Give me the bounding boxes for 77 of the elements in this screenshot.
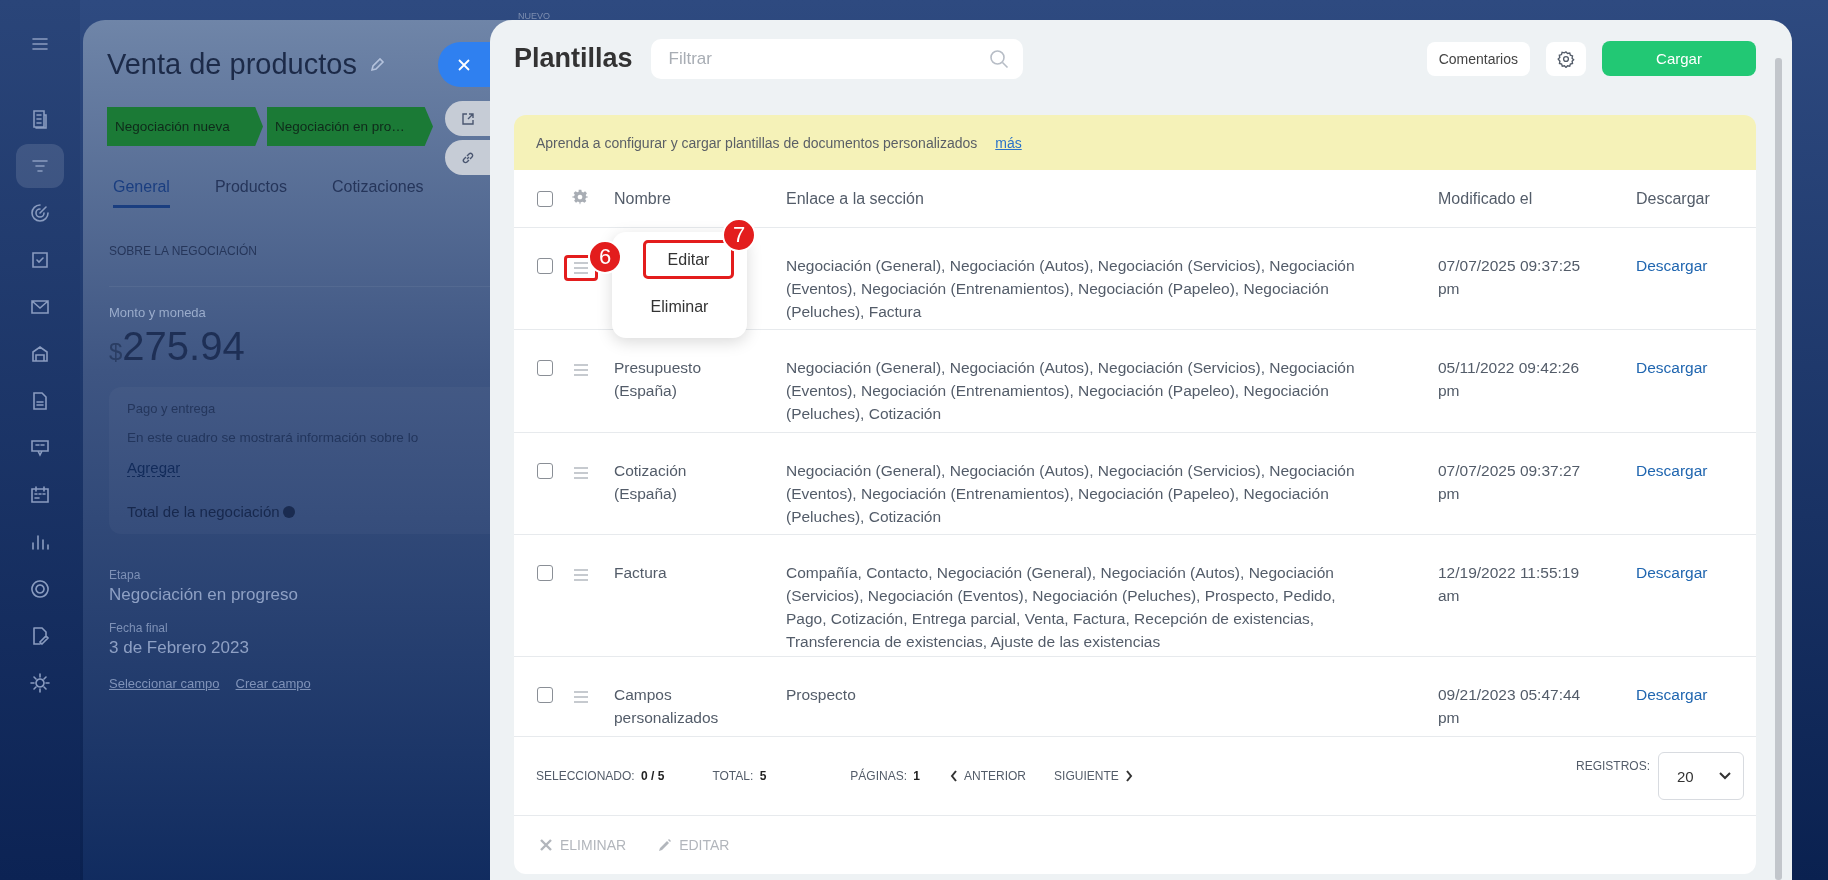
previous-link[interactable]: ANTERIOR [950, 769, 1027, 783]
records-select[interactable]: 20 [1658, 752, 1744, 800]
panel-title: Plantillas [514, 43, 633, 74]
menu-icon [573, 364, 589, 376]
column-header[interactable]: Nombre [614, 187, 786, 210]
menu-item[interactable]: Eliminar [625, 287, 734, 326]
field-value: Negociación en progreso [109, 585, 299, 605]
chevron-right-icon [1124, 770, 1133, 782]
template-name: Cotización (España) [614, 461, 688, 504]
scrollbar[interactable] [1775, 58, 1782, 880]
sidebar-item[interactable] [16, 144, 64, 188]
download-link[interactable]: Descargar [1636, 254, 1756, 277]
next-link[interactable]: SIGUIENTE [1054, 769, 1133, 783]
menu-icon [573, 262, 589, 274]
select-all-checkbox[interactable] [537, 191, 553, 207]
settings-button[interactable] [1546, 41, 1586, 76]
modified-date: 12/19/2022 11:55:19 am [1438, 563, 1581, 606]
menu-icon [573, 691, 589, 703]
feedback-button[interactable]: Comentarios [1426, 41, 1530, 76]
modified-date: 05/11/2022 09:42:26 pm [1438, 358, 1581, 401]
section-links: Negociación (General), Negociación (Autos), Negociación (Servicios), Negociación (Eventos), Negociación (Entrenamientos), Negociación (Papeleo), Negociación (Peluches), Cotización [786, 461, 1356, 527]
row-checkbox[interactable] [537, 360, 553, 376]
deal-title: Venta de productos [107, 48, 357, 81]
currency-sign: $ [109, 338, 123, 366]
ring-icon [28, 577, 52, 601]
section-links: Prospecto [786, 685, 857, 705]
download-link[interactable]: Descargar [1636, 356, 1756, 379]
search-field[interactable]: Filtrar [650, 38, 1023, 79]
external-link-icon [459, 110, 476, 127]
step-marker: 6 [588, 240, 622, 274]
close-icon [456, 56, 472, 73]
download-link[interactable]: Descargar [1636, 683, 1756, 706]
pencil-icon[interactable] [368, 56, 385, 73]
field-value: 3 de Febrero 2023 [109, 638, 250, 658]
total-count: TOTAL: 5 [712, 769, 767, 783]
page-count: PÁGINAS: 1 [850, 769, 921, 783]
search-icon [988, 48, 1009, 69]
column-header[interactable]: Enlace a la sección [786, 187, 1438, 210]
field-label: Monto y moneda [109, 305, 207, 320]
column-header[interactable]: Descargar [1636, 187, 1756, 210]
close-icon [540, 839, 552, 851]
modified-date: 09/21/2023 05:47:44 pm [1438, 685, 1582, 728]
new-label: NUEVO [518, 11, 550, 21]
records-label: REGISTROS: [1576, 759, 1650, 773]
more-link[interactable]: más [995, 134, 1022, 151]
row-checkbox[interactable] [537, 565, 553, 581]
field-label: Etapa [109, 568, 142, 582]
open-window-button[interactable] [445, 101, 490, 136]
download-link[interactable]: Descargar [1636, 561, 1756, 584]
section-links: Negociación (General), Negociación (Autos), Negociación (Servicios), Negociación (Eventos), Negociación (Entrenamientos), Negociación (Papeleo), Negociación (Peluches), Cotización [786, 358, 1356, 424]
field-link[interactable]: Seleccionar campo [109, 676, 220, 691]
section-links: Negociación (General), Negociación (Autos), Negociación (Servicios), Negociación (Eventos), Negociación (Entrenamientos), Negociación (Papeleo), Negociación (Peluches), Factura [786, 256, 1356, 322]
menu-icon [573, 569, 589, 581]
template-name: Campos personalizados [614, 685, 720, 728]
selected-count: SELECCIONADO: 0 / 5 [536, 769, 665, 783]
section-links: Compañía, Contacto, Negociación (General), Negociación (Autos), Negociación (Servicios), Negociación (Eventos), Negociación (Peluches), Prospecto, Pedido, Pago, Cotización, Entrega parcial, Venta, Factura, Recepción de existencias, Transferencia de existencias, Ajuste de las existencias [786, 563, 1337, 652]
copy-link-button[interactable] [445, 140, 490, 175]
modified-date: 07/07/2025 09:37:27 pm [1438, 461, 1582, 504]
help-icon[interactable] [282, 505, 295, 518]
close-button[interactable] [438, 42, 490, 87]
step-marker: 7 [722, 218, 756, 252]
chevron-left-icon [950, 770, 959, 782]
chevron-down-icon [1719, 772, 1731, 780]
menu-icon [573, 467, 589, 479]
column-header[interactable]: Modificado el [1438, 187, 1636, 210]
field-link[interactable]: Crear campo [235, 676, 311, 691]
row-checkbox[interactable] [537, 687, 553, 703]
pencil-icon [658, 838, 672, 852]
row-checkbox[interactable] [537, 258, 553, 274]
field-label: Fecha final [109, 621, 169, 635]
banner-text: Aprenda a configurar y cargar plantillas de documentos personalizados [536, 134, 978, 151]
modified-date: 07/07/2025 09:37:25 pm [1438, 256, 1582, 299]
target-icon [28, 201, 52, 225]
template-name: Presupuesto (España) [614, 358, 703, 401]
template-name: Factura [614, 563, 668, 583]
row-checkbox[interactable] [537, 463, 553, 479]
download-link[interactable]: Descargar [1636, 459, 1756, 482]
